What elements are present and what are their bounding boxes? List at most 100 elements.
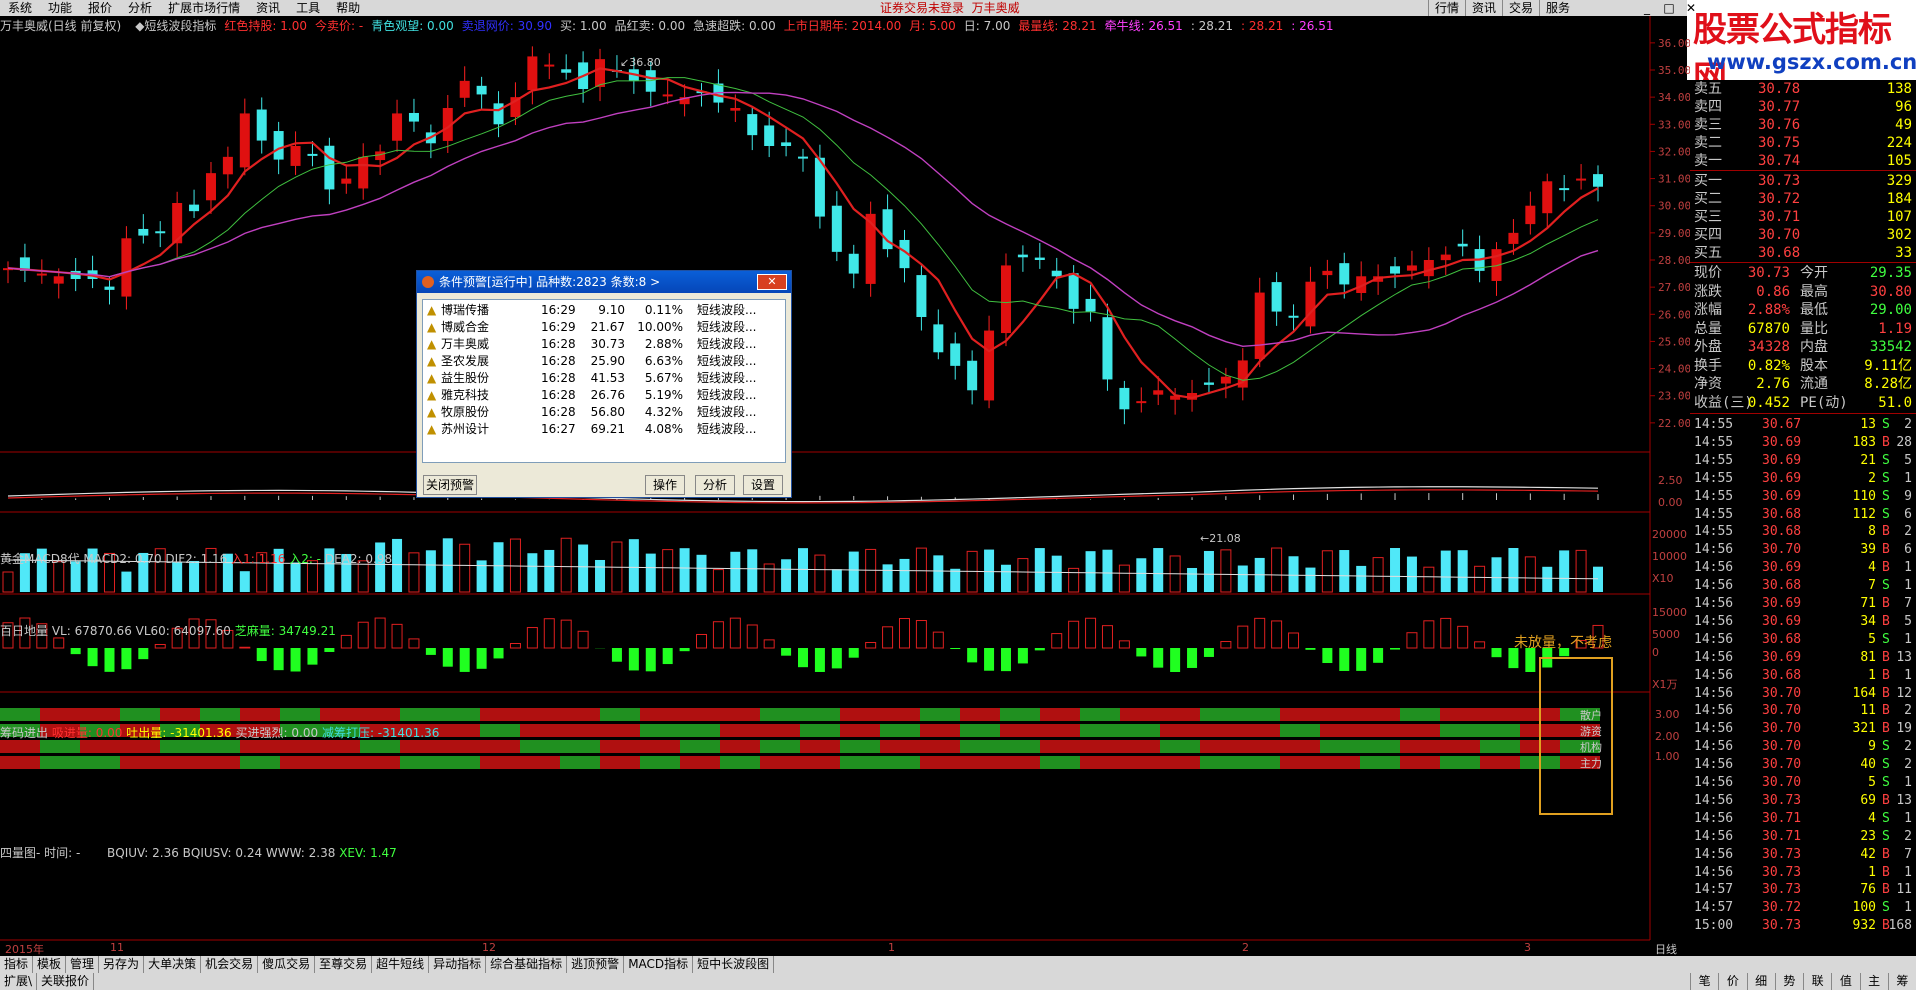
chip-bar bbox=[848, 648, 859, 658]
menu-item-1[interactable]: 功能 bbox=[40, 0, 80, 16]
bottom-tab[interactable]: 短中长波段图 bbox=[693, 956, 775, 973]
quote-tab[interactable]: 主 bbox=[1859, 973, 1888, 990]
bid-row[interactable]: 买三 30.71 107 bbox=[1690, 208, 1916, 226]
menu-item-7[interactable]: 帮助 bbox=[328, 0, 368, 16]
quote-tab[interactable]: 势 bbox=[1774, 973, 1803, 990]
tick-time: 14:56 bbox=[1694, 703, 1734, 719]
candle-body bbox=[138, 228, 149, 236]
ask-row[interactable]: 卖三 30.76 49 bbox=[1690, 116, 1916, 134]
alert-row[interactable]: ▲ 雅克科技 16:28 26.76 5.19% 短线波段... bbox=[423, 387, 787, 404]
quote-tab[interactable]: 细 bbox=[1746, 973, 1775, 990]
menu-item-0[interactable]: 系统 bbox=[0, 0, 40, 16]
bottom-tab[interactable]: 逃顶预警 bbox=[567, 956, 625, 973]
close-alert-button[interactable]: 关闭预警 bbox=[423, 475, 477, 495]
bid-row[interactable]: 买四 30.70 302 bbox=[1690, 226, 1916, 244]
four-values: BQIUV: 2.36 BQIUSV: 0.24 WWW: 2.38 bbox=[107, 846, 336, 860]
period-label[interactable]: 日线 bbox=[1655, 941, 1677, 957]
bottom-tab[interactable]: 机会交易 bbox=[201, 956, 259, 973]
alert-row[interactable]: ▲ 万丰奥威 16:28 30.73 2.88% 短线波段... bbox=[423, 336, 787, 353]
four-xev: XEV: 1.47 bbox=[339, 846, 397, 860]
bottom-tab[interactable]: 超牛短线 bbox=[372, 956, 430, 973]
alert-dialog[interactable]: 条件预警[运行中] 品种数:2823 条数:8 > ✕ ▲ 博瑞传播 16:29 9.… bbox=[416, 270, 792, 498]
top-tab-0[interactable]: 行情 bbox=[1427, 0, 1465, 16]
quote-tab[interactable]: 价 bbox=[1718, 973, 1746, 990]
tick-count: 1 bbox=[1904, 631, 1912, 647]
maximize-icon[interactable]: □ bbox=[1658, 0, 1680, 16]
bottom-tab[interactable]: 大单决策 bbox=[144, 956, 202, 973]
quote-tab[interactable]: 筹 bbox=[1887, 973, 1916, 990]
four-band-seg bbox=[440, 756, 480, 769]
bottom-right-buttons: 笔价细势联值主筹 bbox=[1690, 973, 1916, 990]
quote-tab[interactable]: 值 bbox=[1831, 973, 1859, 990]
bottom-tab[interactable]: 综合基础指标 bbox=[486, 956, 568, 973]
chip-bar bbox=[1153, 648, 1164, 668]
bottom-tab[interactable]: 至尊交易 bbox=[315, 956, 373, 973]
bottom-tab[interactable]: 异动指标 bbox=[429, 956, 487, 973]
volume-bar bbox=[984, 549, 995, 592]
alert-icon bbox=[422, 276, 434, 288]
bid-row[interactable]: 买二 30.72 184 bbox=[1690, 190, 1916, 208]
bid-row[interactable]: 买一 30.73 329 bbox=[1690, 172, 1916, 190]
bid-row[interactable]: 买五 30.68 33 bbox=[1690, 244, 1916, 262]
alert-row[interactable]: ▲ 圣农发展 16:28 25.90 6.63% 短线波段... bbox=[423, 353, 787, 370]
alert-list[interactable]: ▲ 博瑞传播 16:29 9.10 0.11% 短线波段... ▲ 博威合金 16:29 21.6… bbox=[422, 299, 786, 463]
alert-row[interactable]: ▲ 牧原股份 16:28 56.80 4.32% 短线波段... bbox=[423, 404, 787, 421]
chip-bar bbox=[273, 648, 284, 671]
top-tab-2[interactable]: 交易 bbox=[1501, 0, 1539, 16]
bottom-tab[interactable]: 另存为 bbox=[99, 956, 145, 973]
menu-item-5[interactable]: 资讯 bbox=[248, 0, 288, 16]
candle-body bbox=[865, 213, 876, 284]
tick-side: S bbox=[1882, 631, 1890, 647]
settings-button[interactable]: 设置 bbox=[743, 475, 783, 495]
close-window-icon[interactable]: ✕ bbox=[1680, 0, 1702, 16]
kline-chart[interactable]: 36.0035.0034.0033.0032.0031.0030.0029.00… bbox=[0, 16, 1690, 956]
operate-button[interactable]: 操作 bbox=[645, 475, 685, 495]
top-tab-3[interactable]: 服务 bbox=[1538, 0, 1576, 16]
tick-side: S bbox=[1882, 775, 1890, 790]
info-item: 卖退网价: 30.90 bbox=[461, 19, 552, 33]
bottom-tab[interactable]: MACD指标 bbox=[624, 956, 694, 973]
tick-row: 14:56 30.70 321 B 19 bbox=[1690, 720, 1916, 738]
minimize-icon[interactable]: _ bbox=[1636, 0, 1658, 16]
bottom-tab[interactable]: 指标 bbox=[0, 956, 34, 973]
menu-item-2[interactable]: 报价 bbox=[80, 0, 120, 16]
bottom-tab-2[interactable]: 关联报价 bbox=[37, 973, 95, 990]
four-band-seg bbox=[640, 708, 680, 721]
close-button[interactable]: ✕ bbox=[757, 274, 787, 290]
alert-row[interactable]: ▲ 博威合金 16:29 21.67 10.00% 短线波段... bbox=[423, 319, 787, 336]
candle-body bbox=[307, 153, 318, 156]
quote-tab[interactable]: 笔 bbox=[1690, 973, 1718, 990]
dialog-titlebar[interactable]: 条件预警[运行中] 品种数:2823 条数:8 > ✕ bbox=[417, 271, 791, 293]
menu-item-4[interactable]: 扩展市场行情 bbox=[160, 0, 248, 16]
menu-item-6[interactable]: 工具 bbox=[288, 0, 328, 16]
ask-row[interactable]: 卖一 30.74 105 bbox=[1690, 152, 1916, 170]
bottom-tab[interactable]: 管理 bbox=[66, 956, 100, 973]
four-band-seg bbox=[1360, 740, 1400, 753]
volume-bar bbox=[899, 558, 910, 592]
top-tab-1[interactable]: 资讯 bbox=[1464, 0, 1502, 16]
quote-tab[interactable]: 联 bbox=[1803, 973, 1831, 990]
analyze-button[interactable]: 分析 bbox=[695, 475, 735, 495]
bottom-tab[interactable]: 傻瓜交易 bbox=[258, 956, 316, 973]
four-band-seg bbox=[1280, 708, 1320, 721]
ask-row[interactable]: 卖四 30.77 96 bbox=[1690, 98, 1916, 116]
bottom-tab[interactable]: 模板 bbox=[33, 956, 67, 973]
alert-stock: 牧原股份 bbox=[441, 405, 490, 419]
menu-item-3[interactable]: 分析 bbox=[120, 0, 160, 16]
ask-row[interactable]: 卖五 30.78 138 bbox=[1690, 80, 1916, 98]
candle-body bbox=[53, 276, 64, 284]
ask-row[interactable]: 卖二 30.75 224 bbox=[1690, 134, 1916, 152]
bottom-tab-2[interactable]: 扩展\ bbox=[0, 973, 38, 990]
alert-row[interactable]: ▲ 益生股份 16:28 41.53 5.67% 短线波段... bbox=[423, 370, 787, 387]
chart-area[interactable]: 36.00 35.00 34.00 33.00 32.00 31.00 30.00 29.00… bbox=[0, 16, 1690, 956]
four-band-seg bbox=[360, 708, 400, 721]
four-band-seg bbox=[1040, 708, 1080, 721]
stat-value: 2.88% bbox=[1747, 302, 1790, 318]
chip-bar bbox=[239, 646, 251, 649]
alert-row[interactable]: ▲ 博瑞传播 16:29 9.10 0.11% 短线波段... bbox=[423, 302, 787, 319]
alert-row[interactable]: ▲ 苏州设计 16:27 69.21 4.08% 短线波段... bbox=[423, 421, 787, 438]
four-band-seg bbox=[1040, 724, 1080, 737]
four-band-seg bbox=[560, 756, 600, 769]
candle-body bbox=[1457, 243, 1468, 247]
chip-bar bbox=[307, 648, 318, 665]
